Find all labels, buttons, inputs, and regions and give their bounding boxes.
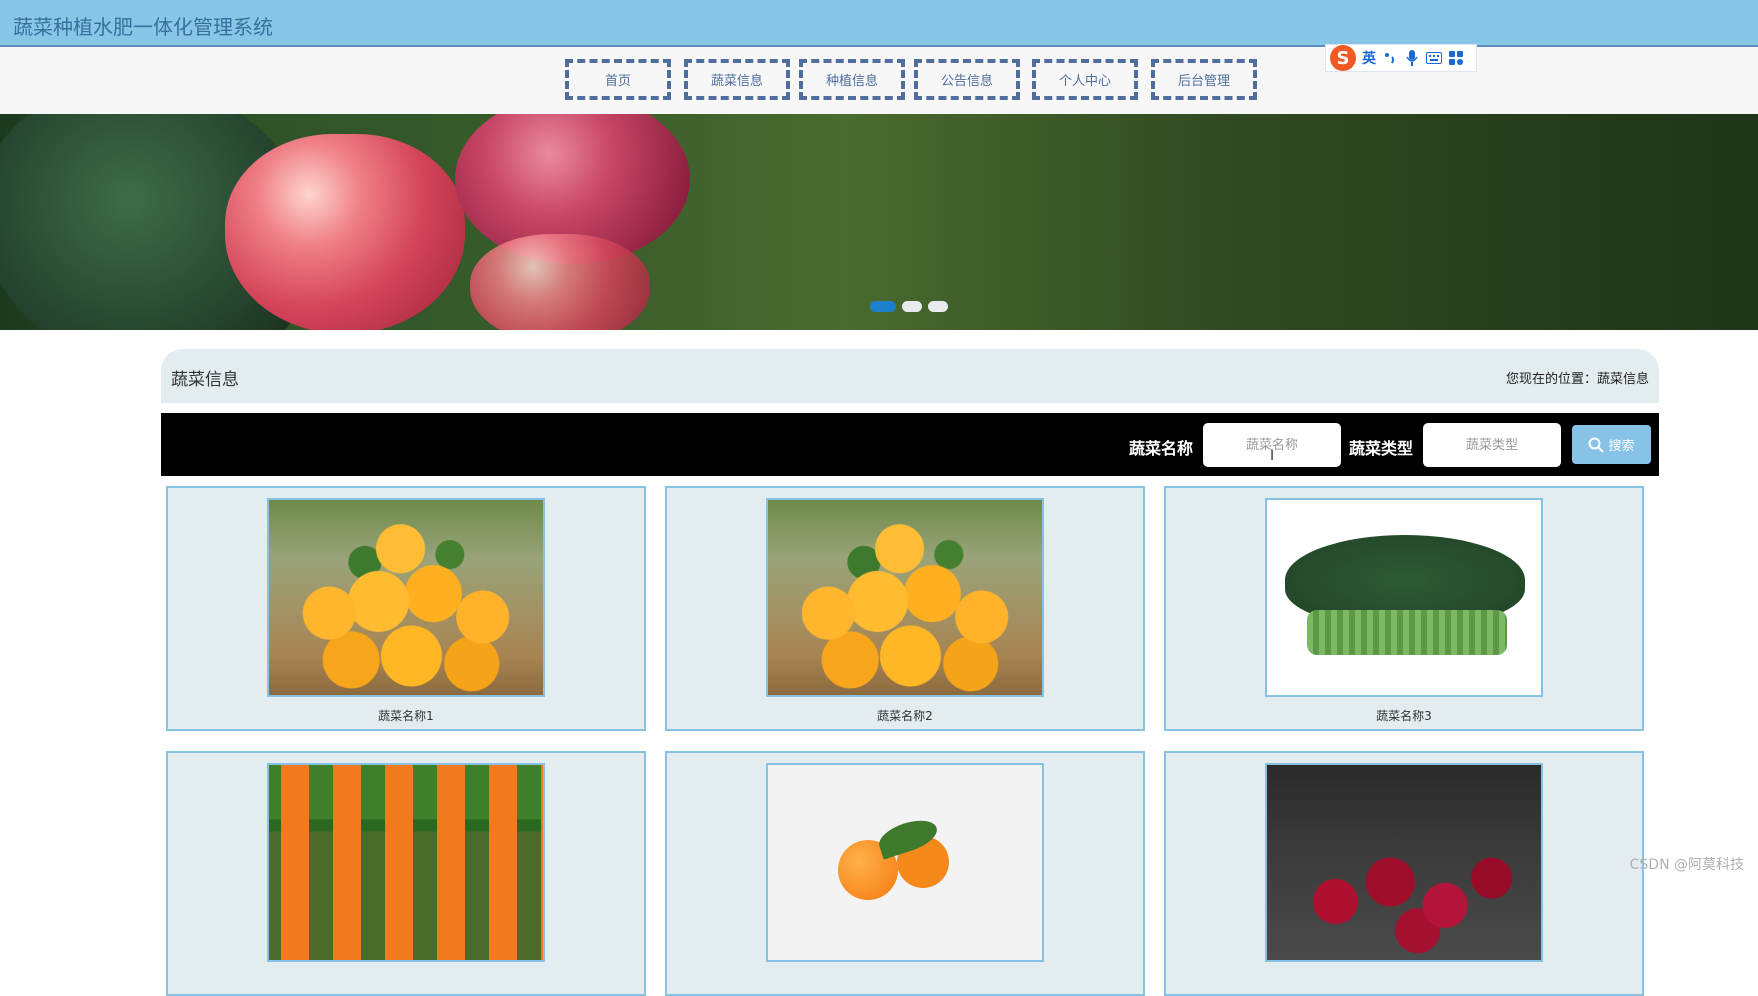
product-card[interactable] <box>166 751 646 996</box>
product-image-mandarin[interactable] <box>766 763 1044 962</box>
vegetable-name-label: 蔬菜名称 <box>1129 439 1194 458</box>
product-name[interactable]: 蔬菜名称1 <box>168 707 644 724</box>
toolbox-grid-icon[interactable] <box>1448 50 1464 66</box>
product-image-carrots[interactable] <box>267 763 545 962</box>
nav-item-planting-info[interactable]: 种植信息 <box>799 59 905 100</box>
ime-toolbar[interactable]: S 英 <box>1325 44 1477 72</box>
text-cursor-icon: I <box>1270 448 1275 464</box>
product-card[interactable] <box>665 751 1145 996</box>
product-image-oranges[interactable] <box>267 498 545 697</box>
hero-carousel[interactable] <box>0 114 1758 330</box>
product-card[interactable]: 蔬菜名称3 <box>1164 486 1644 731</box>
product-image-cherries[interactable] <box>1265 763 1543 962</box>
keyboard-icon[interactable] <box>1426 50 1442 66</box>
product-card[interactable]: 蔬菜名称2 <box>665 486 1145 731</box>
product-card[interactable]: 蔬菜名称1 <box>166 486 646 731</box>
nav-item-personal-center[interactable]: 个人中心 <box>1032 59 1138 100</box>
section-header: 蔬菜信息 您现在的位置：蔬菜信息 <box>161 349 1659 403</box>
search-button[interactable]: 搜索 <box>1572 425 1651 464</box>
punctuation-icon[interactable] <box>1382 50 1398 66</box>
product-image-leafy-greens[interactable] <box>1265 498 1543 697</box>
carousel-dot-2[interactable] <box>902 301 922 312</box>
nav-item-vegetable-info[interactable]: 蔬菜信息 <box>684 59 790 100</box>
breadcrumb-current[interactable]: 蔬菜信息 <box>1597 372 1649 387</box>
raspberry-image <box>225 134 465 330</box>
watermark: CSDN @阿莫科技 <box>1629 857 1744 873</box>
search-icon <box>1588 437 1605 453</box>
product-name[interactable]: 蔬菜名称3 <box>1166 707 1642 724</box>
carousel-dot-3[interactable] <box>928 301 948 312</box>
section-title: 蔬菜信息 <box>171 370 239 390</box>
vegetable-type-label: 蔬菜类型 <box>1349 439 1414 458</box>
product-image-oranges[interactable] <box>766 498 1044 697</box>
top-header-bar: 蔬菜种植水肥一体化管理系统 <box>0 0 1758 47</box>
nav-item-announcements[interactable]: 公告信息 <box>914 59 1020 100</box>
nav-item-home[interactable]: 首页 <box>565 59 671 100</box>
vegetable-type-input[interactable] <box>1423 423 1561 467</box>
nav-item-admin[interactable]: 后台管理 <box>1151 59 1257 100</box>
carousel-indicators <box>870 301 948 312</box>
raspberry-image <box>470 234 650 330</box>
microphone-icon[interactable] <box>1404 50 1420 66</box>
app-title: 蔬菜种植水肥一体化管理系统 <box>13 15 273 39</box>
search-button-label: 搜索 <box>1608 439 1635 454</box>
carousel-dot-1[interactable] <box>870 301 896 312</box>
product-name[interactable]: 蔬菜名称2 <box>667 707 1143 724</box>
main-nav: 首页 蔬菜信息 种植信息 公告信息 个人中心 后台管理 <box>0 47 1758 114</box>
search-bar: 蔬菜名称 蔬菜类型 搜索 <box>161 413 1659 476</box>
product-card[interactable] <box>1164 751 1644 996</box>
ime-language-toggle[interactable]: 英 <box>1362 48 1376 68</box>
sogou-logo-icon[interactable]: S <box>1330 45 1356 71</box>
breadcrumb: 您现在的位置：蔬菜信息 <box>1506 368 1649 387</box>
breadcrumb-prefix: 您现在的位置： <box>1505 372 1597 387</box>
